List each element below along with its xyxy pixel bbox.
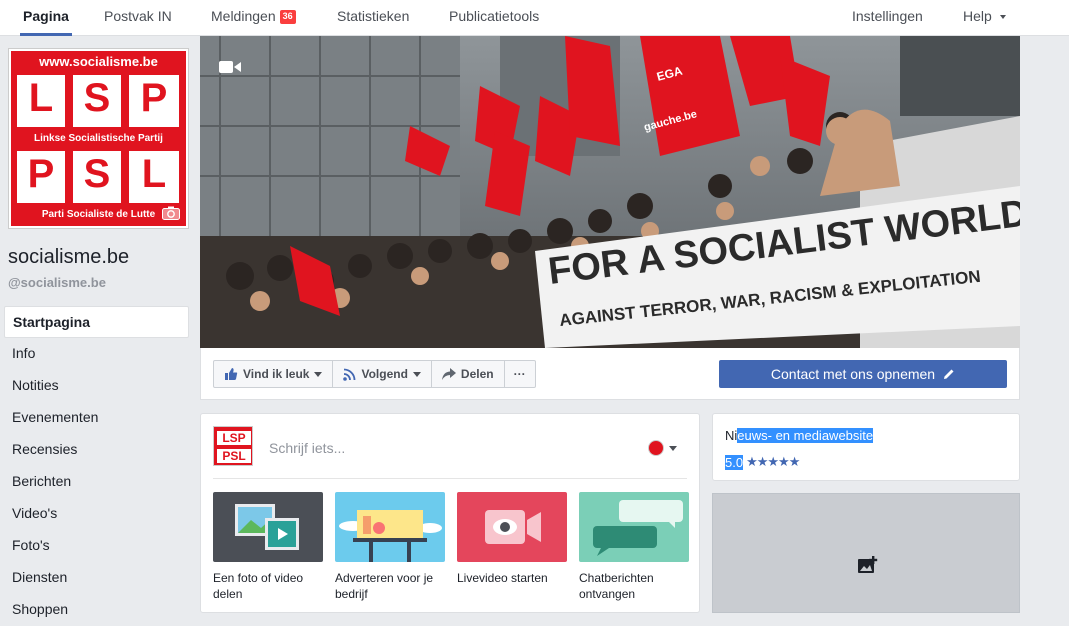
logo-letter-p2: P xyxy=(17,151,65,203)
composer-avatar: LSP PSL xyxy=(213,426,253,466)
thumbs-up-icon xyxy=(225,368,238,380)
help-label: Help xyxy=(963,8,992,24)
logo-letter-l2: L xyxy=(129,151,179,203)
composer-input[interactable]: Schrijf iets... xyxy=(269,440,345,456)
nav-item-shoppen[interactable]: Shoppen xyxy=(4,594,189,626)
add-photo-placeholder[interactable] xyxy=(712,493,1020,613)
composer-avatar-bottom: PSL xyxy=(217,449,251,463)
page-name[interactable]: socialisme.be xyxy=(8,246,129,269)
share-button[interactable]: Delen xyxy=(431,360,505,388)
page-info-card: Nieuws- en mediawebsite 5.0 ★★★★★ xyxy=(712,413,1020,481)
help-menu[interactable]: Help xyxy=(963,0,1006,36)
billboard-icon xyxy=(339,510,442,562)
video-camera-icon xyxy=(219,61,241,73)
messages-illustration xyxy=(579,492,689,562)
nav-item-videos[interactable]: Video's xyxy=(4,498,189,530)
tab-statistieken[interactable]: Statistieken xyxy=(337,0,409,36)
live-camera-icon xyxy=(485,510,541,544)
more-options-label: ··· xyxy=(513,367,526,381)
logo-letter-l: L xyxy=(17,75,65,127)
logo-top-subtitle: Linkse Socialistische Partij xyxy=(34,133,163,144)
lsp-psl-logo: www.socialisme.be L S P Linkse Socialist… xyxy=(11,51,186,226)
advertise-illustration xyxy=(335,492,445,562)
advertise-business-tile[interactable]: Adverteren voor je bedrijf xyxy=(335,492,445,602)
like-button[interactable]: Vind ik leuk xyxy=(213,360,334,388)
logo-letter-s2: S xyxy=(73,151,121,203)
logo-url-text: www.socialisme.be xyxy=(39,54,158,69)
contact-us-button[interactable]: Contact met ons opnemen xyxy=(719,360,1007,388)
caret-down-icon xyxy=(999,15,1006,19)
cover-photo-image: EGA gauche.be FOR A SOCIALIST WORLD AGAI… xyxy=(200,36,1020,348)
contact-button-label: Contact met ons opnemen xyxy=(770,366,936,382)
follow-button[interactable]: Volgend xyxy=(333,360,432,388)
get-messages-tile[interactable]: Chatberichten ontvangen xyxy=(579,492,689,602)
page-handle[interactable]: @socialisme.be xyxy=(8,275,106,290)
page-action-buttons: Vind ik leuk Volgend Delen ··· xyxy=(213,360,536,388)
tile-label-messages: Chatberichten ontvangen xyxy=(579,571,654,601)
nav-item-notities[interactable]: Notities xyxy=(4,370,189,402)
page-category[interactable]: Nieuws- en mediawebsite xyxy=(725,428,874,443)
tab-statistieken-label: Statistieken xyxy=(337,8,410,24)
cover-photo[interactable]: EGA gauche.be FOR A SOCIALIST WORLD AGAI… xyxy=(200,36,1020,348)
page-action-bar: Vind ik leuk Volgend Delen ··· Contact m… xyxy=(200,348,1020,400)
nav-item-fotos[interactable]: Foto's xyxy=(4,530,189,562)
follow-button-label: Volgend xyxy=(361,367,408,381)
logo-letter-p: P xyxy=(129,75,179,127)
photo-video-icon xyxy=(235,504,299,550)
tab-postvak-in[interactable]: Postvak IN xyxy=(104,0,172,36)
share-button-label: Delen xyxy=(460,367,494,381)
tab-publicatietools-label: Publicatietools xyxy=(449,8,540,24)
post-composer: LSP PSL Schrijf iets... Een foto of vide… xyxy=(200,413,700,613)
nav-item-evenementen[interactable]: Evenementen xyxy=(4,402,189,434)
rss-icon xyxy=(343,368,356,381)
notification-badge: 36 xyxy=(279,10,296,24)
tab-postvak-in-label: Postvak IN xyxy=(104,8,172,24)
photo-video-illustration xyxy=(213,492,323,562)
caret-down-icon xyxy=(412,371,421,377)
nav-item-berichten[interactable]: Berichten xyxy=(4,466,189,498)
logo-letter-s: S xyxy=(73,75,121,127)
caret-down-icon xyxy=(314,371,323,377)
nav-item-recensies[interactable]: Recensies xyxy=(4,434,189,466)
share-photo-video-tile[interactable]: Een foto of video delen xyxy=(213,492,323,602)
nav-item-startpagina[interactable]: Startpagina xyxy=(4,306,189,338)
tab-pagina-label: Pagina xyxy=(23,8,69,24)
composer-divider xyxy=(213,478,687,479)
tab-pagina[interactable]: Pagina xyxy=(20,0,72,36)
caret-down-icon xyxy=(669,445,677,451)
page-rating[interactable]: 5.0 ★★★★★ xyxy=(725,454,800,470)
composer-avatar-top: LSP xyxy=(217,431,251,445)
left-sidebar: www.socialisme.be L S P Linkse Socialist… xyxy=(0,36,200,617)
like-button-label: Vind ik leuk xyxy=(243,367,310,381)
share-arrow-icon xyxy=(441,368,456,380)
tab-meldingen[interactable]: Meldingen 36 xyxy=(211,0,296,36)
live-video-illustration xyxy=(457,492,567,562)
nav-item-diensten[interactable]: Diensten xyxy=(4,562,189,594)
category-selected-text: euws- en mediawebsite xyxy=(737,428,874,443)
rating-value: 5.0 xyxy=(725,454,744,470)
settings-link[interactable]: Instellingen xyxy=(852,0,923,36)
settings-label: Instellingen xyxy=(852,8,923,24)
audience-selector[interactable] xyxy=(648,440,677,456)
top-navigation-bar: Pagina Postvak IN Meldingen 36 Statistiek… xyxy=(0,0,1069,36)
pencil-icon xyxy=(944,369,954,379)
tab-meldingen-label: Meldingen xyxy=(211,8,276,24)
add-photo-icon xyxy=(858,556,878,573)
tile-label-photo-video: Een foto of video delen xyxy=(213,571,304,601)
tile-label-live-video: Livevideo starten xyxy=(457,571,548,585)
camera-icon[interactable] xyxy=(162,206,180,220)
more-options-button[interactable]: ··· xyxy=(504,360,536,388)
nav-item-info[interactable]: Info xyxy=(4,338,189,370)
category-prefix: Ni xyxy=(725,428,738,443)
tab-publicatietools[interactable]: Publicatietools xyxy=(449,0,539,36)
live-video-tile[interactable]: Livevideo starten xyxy=(457,492,567,586)
profile-picture[interactable]: www.socialisme.be L S P Linkse Socialist… xyxy=(8,48,189,229)
tile-label-advertise: Adverteren voor je bedrijf xyxy=(335,571,434,601)
logo-bottom-subtitle: Parti Socialiste de Lutte xyxy=(41,209,156,220)
page-avatar-icon xyxy=(648,440,664,456)
star-rating-icon: ★★★★★ xyxy=(746,454,800,469)
page-navigation: Startpagina Info Notities Evenementen Re… xyxy=(4,306,189,626)
chat-bubbles-icon xyxy=(593,500,683,556)
